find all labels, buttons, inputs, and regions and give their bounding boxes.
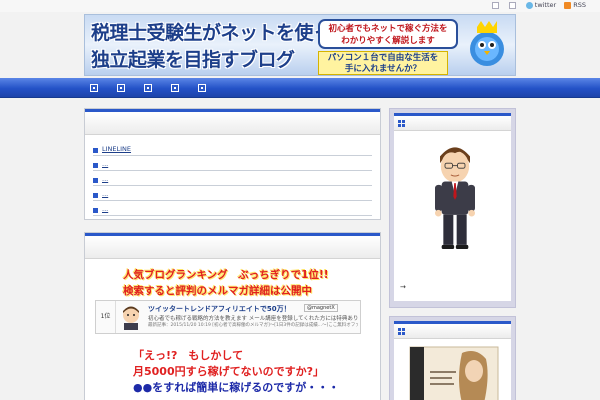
nav-item-1[interactable] [90, 84, 98, 92]
twitter-label: twitter [534, 1, 557, 9]
sidebar: → [389, 108, 516, 400]
header-banner[interactable]: 税理士受験生がネットを使って 独立起業を目指すブログ 初心者でもネットで稼ぐ方法… [84, 14, 516, 76]
ad-headline-1: 人気ブログランキング ぶっちぎりで1位!! [123, 269, 329, 281]
nav-item-2[interactable] [117, 84, 125, 92]
rss-link[interactable]: RSS [564, 1, 586, 9]
nav-items [90, 84, 206, 92]
recent-posts-box: LINELINE ... ... ... ... [84, 108, 381, 220]
bullet-icon [93, 193, 98, 198]
sub-tagline-line2: 手に入れませんか？ [344, 64, 422, 74]
twitter-link[interactable]: twitter [525, 1, 557, 9]
rss-label: RSS [573, 1, 586, 9]
post-link[interactable]: ... [102, 190, 108, 198]
list-item: ... [93, 186, 372, 201]
global-nav [0, 78, 600, 98]
profile-widget-header [394, 113, 511, 131]
product-body [394, 339, 511, 400]
profile-character-image [435, 147, 475, 249]
recent-posts-list: LINELINE ... ... ... ... [85, 135, 380, 216]
home-link[interactable] [508, 1, 518, 9]
ad-banner[interactable]: 人気ブログランキング ぶっちぎりで1位!! 検索すると評判のメルマガ詳細は公開中… [85, 259, 380, 399]
ad-big-line-3: ●●をすれば簡単に稼げるのですが・・・ [133, 381, 340, 394]
grid-icon [398, 328, 405, 335]
list-item: ... [93, 201, 372, 216]
ad-headline-2: 検索すると評判のメルマガ詳細は公開中 [123, 285, 312, 297]
ranking-card[interactable]: 1位 ツイッタートレンドアフィリエイトで50万！ @magnetX 初心者でも稼… [95, 300, 361, 334]
twitter-icon [525, 1, 533, 9]
bullet-icon [93, 163, 98, 168]
tagline-line2: わかりやすく解説します [341, 36, 435, 46]
profile-body: → [394, 131, 511, 301]
nav-item-5[interactable] [198, 84, 206, 92]
bullet-icon [93, 178, 98, 183]
site-title-line1: 税理士受験生がネットを使って [91, 22, 350, 44]
nav-item-4[interactable] [171, 84, 179, 92]
ranking-badge: @magnetX [304, 304, 338, 312]
avatar [123, 306, 139, 330]
product-widget [389, 316, 516, 400]
bullet-icon [93, 148, 98, 153]
site-title-line2: 独立起業を目指すブログ [91, 49, 295, 71]
ranking-title[interactable]: ツイッタートレンドアフィリエイトで50万！ [148, 304, 291, 314]
product-box-image[interactable] [402, 343, 506, 400]
post-link[interactable]: ... [102, 160, 108, 168]
rank-label: 1位 [96, 301, 116, 333]
home-icon [508, 1, 516, 9]
tagline-line1: 初心者でもネットで稼ぐ方法を [328, 24, 448, 34]
nav-item-3[interactable] [144, 84, 152, 92]
tagline-bubble: 初心者でもネットで稼ぐ方法を わかりやすく解説します [318, 19, 458, 49]
edit-link[interactable] [491, 1, 501, 9]
list-item: LINELINE [93, 141, 372, 156]
recent-posts-header [85, 109, 380, 135]
profile-widget: → [389, 108, 516, 308]
ad-big-line-2: 月5000円すら稼げてないのですか?」 [133, 365, 324, 378]
ranking-meta: 最新記事：2015/11/20 10:19 [初心者で高稼働のメルマガ]～[1日… [148, 323, 358, 328]
post-link[interactable]: LINELINE [102, 145, 131, 153]
edit-icon [491, 1, 499, 9]
sub-tagline-line1: パソコン１台で自由な生活を [327, 53, 439, 63]
list-item: ... [93, 156, 372, 171]
ad-box-header [85, 233, 380, 259]
list-item: ... [93, 171, 372, 186]
top-links: twitter RSS [491, 1, 586, 9]
rss-icon [564, 1, 572, 9]
mascot-bird-icon [470, 21, 504, 66]
ranking-desc: 初心者でも稼げる戦略的方法を教えます メール講座を登録してくれた方には特典あり [148, 316, 358, 322]
bullet-icon [93, 208, 98, 213]
sub-tagline: パソコン１台で自由な生活を 手に入れませんか？ [318, 51, 448, 75]
post-link[interactable]: ... [102, 175, 108, 183]
top-utility-bar: twitter RSS [0, 0, 600, 12]
product-widget-header [394, 321, 511, 339]
grid-icon [398, 120, 405, 127]
ad-big-line-1: 「えっ!? もしかして [133, 349, 244, 362]
ad-box: 人気ブログランキング ぶっちぎりで1位!! 検索すると評判のメルマガ詳細は公開中… [84, 232, 381, 400]
post-link[interactable]: ... [102, 205, 108, 213]
profile-arrow[interactable]: → [400, 283, 406, 291]
main-column: LINELINE ... ... ... ... 人気ブログランキング ぶっちぎ… [84, 108, 381, 400]
